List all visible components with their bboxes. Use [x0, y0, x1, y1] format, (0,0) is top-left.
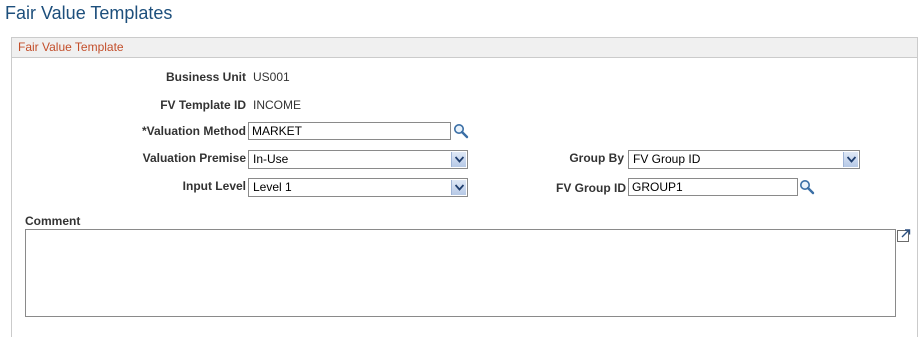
valuation-method-lookup-icon[interactable]: [453, 123, 469, 139]
business-unit-label: Business Unit: [165, 70, 246, 84]
valuation-premise-value: In-Use: [253, 152, 289, 166]
valuation-method-label: *Valuation Method: [141, 124, 246, 138]
group-by-select[interactable]: FV Group ID: [628, 150, 860, 169]
expand-icon[interactable]: [897, 229, 911, 242]
chevron-down-icon[interactable]: [451, 180, 466, 195]
fv-group-id-label: FV Group ID: [556, 181, 626, 195]
group-by-value: FV Group ID: [633, 152, 701, 166]
input-level-label: Input Level: [182, 179, 246, 193]
page-title: Fair Value Templates: [5, 3, 173, 23]
comment-label: Comment: [25, 214, 81, 228]
business-unit-value: US001: [253, 70, 290, 84]
fv-group-id-input[interactable]: GROUP1: [628, 178, 798, 196]
valuation-method-input[interactable]: MARKET: [248, 122, 451, 140]
group-by-label: Group By: [569, 151, 624, 165]
chevron-down-icon[interactable]: [451, 152, 466, 167]
fv-template-id-label: FV Template ID: [160, 98, 246, 112]
valuation-premise-select[interactable]: In-Use: [248, 150, 468, 169]
comment-textarea[interactable]: [25, 229, 896, 317]
input-level-select[interactable]: Level 1: [248, 178, 468, 197]
fv-template-id-value: INCOME: [253, 98, 301, 112]
input-level-value: Level 1: [253, 180, 292, 194]
fv-group-id-lookup-icon[interactable]: [799, 179, 815, 195]
group-header: Fair Value Template: [12, 38, 917, 58]
chevron-down-icon[interactable]: [843, 152, 858, 167]
valuation-premise-label: Valuation Premise: [142, 151, 246, 165]
